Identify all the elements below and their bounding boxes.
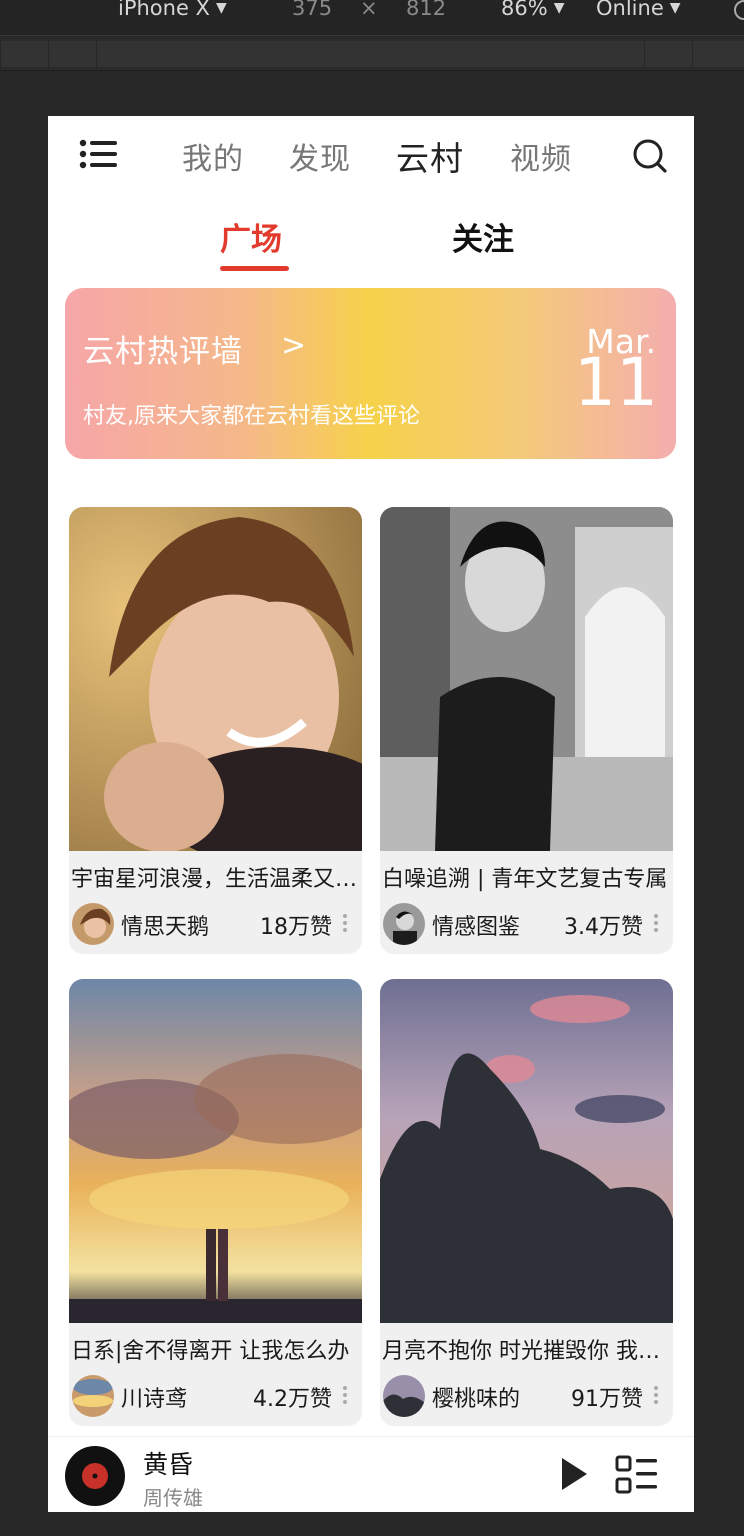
height-input[interactable]: 812	[406, 0, 446, 20]
zoom-caret-icon: ▼	[553, 0, 565, 16]
subtab-square[interactable]: 广场	[220, 214, 282, 259]
device-label: iPhone X	[118, 0, 210, 20]
song-title: 黄昏	[143, 1450, 194, 1479]
author-avatar[interactable]	[72, 903, 114, 945]
play-icon[interactable]	[559, 1456, 589, 1492]
device-select[interactable]: iPhone X ▼	[118, 0, 227, 20]
video-card[interactable]: 日系|舍不得离开 让我怎么办 川诗鸢 4.2万赞	[69, 979, 362, 1426]
banner-subtitle: 村友,原来大家都在云村看这些评论	[83, 404, 420, 429]
device-caret-icon: ▼	[215, 0, 227, 16]
more-options-icon[interactable]	[342, 913, 348, 933]
more-options-icon[interactable]	[653, 1385, 659, 1405]
nav-tab-mine[interactable]: 我的	[182, 134, 244, 178]
playlist-icon[interactable]	[615, 1455, 659, 1495]
rotate-icon[interactable]	[730, 0, 744, 22]
nav-tab-video[interactable]: 视频	[510, 134, 572, 178]
nav-tab-cloud-village[interactable]: 云村	[396, 132, 464, 180]
dimension-separator-icon: ×	[360, 0, 378, 20]
card-thumbnail	[380, 979, 673, 1323]
zoom-select[interactable]: 86% ▼	[501, 0, 564, 20]
card-author[interactable]: 情思天鹅	[121, 909, 233, 941]
zoom-label: 86%	[501, 0, 548, 20]
banner-day: 11	[574, 344, 658, 421]
menu-icon[interactable]	[79, 138, 119, 170]
card-title: 月亮不抱你 时光摧毁你 我抱你	[382, 1339, 670, 1364]
phone-screen: 我的 发现 云村 视频 广场 关注 云村热评墙 > 村友,原来大家都在云村看这些…	[48, 116, 694, 1512]
song-artist: 周传雄	[143, 1486, 203, 1510]
card-author[interactable]: 情感图鉴	[432, 909, 544, 941]
network-caret-icon: ▼	[669, 0, 681, 16]
subtab-follow[interactable]: 关注	[452, 214, 514, 259]
video-card[interactable]: 宇宙星河浪漫，生活温柔又可爱 情思天鹅 18万赞	[69, 507, 362, 954]
devtools-toolbar: iPhone X ▼ 375 × 812 86% ▼ Online ▼	[0, 0, 744, 36]
card-likes: 18万赞	[260, 915, 332, 940]
search-icon[interactable]	[632, 138, 668, 174]
nav-tab-discover[interactable]: 发现	[289, 134, 351, 178]
card-title: 宇宙星河浪漫，生活温柔又可爱	[71, 867, 359, 892]
card-likes: 3.4万赞	[564, 915, 643, 940]
more-options-icon[interactable]	[653, 913, 659, 933]
active-tab-indicator	[220, 266, 289, 271]
media-query-ruler	[0, 37, 744, 71]
network-label: Online	[596, 0, 664, 20]
sub-tabs: 广场 关注	[48, 200, 694, 271]
album-disc-icon[interactable]	[65, 1446, 125, 1506]
hot-comments-banner[interactable]: 云村热评墙 > 村友,原来大家都在云村看这些评论 Mar. 11	[65, 288, 676, 459]
card-likes: 4.2万赞	[253, 1387, 332, 1412]
top-nav: 我的 发现 云村 视频	[48, 116, 694, 196]
author-avatar[interactable]	[383, 1375, 425, 1417]
mini-player[interactable]: 黄昏 周传雄	[48, 1436, 694, 1512]
card-author[interactable]: 樱桃味的	[432, 1381, 544, 1413]
card-title: 日系|舍不得离开 让我怎么办	[71, 1339, 350, 1364]
author-avatar[interactable]	[72, 1375, 114, 1417]
video-card[interactable]: 白噪追溯 | 青年文艺复古专属 情感图鉴 3.4万赞	[380, 507, 673, 954]
card-author[interactable]: 川诗鸢	[121, 1381, 233, 1413]
card-title: 白噪追溯 | 青年文艺复古专属	[382, 867, 668, 892]
video-card[interactable]: 月亮不抱你 时光摧毁你 我抱你 樱桃味的 91万赞	[380, 979, 673, 1426]
card-thumbnail	[380, 507, 673, 851]
card-thumbnail	[69, 507, 362, 851]
card-likes: 91万赞	[571, 1387, 643, 1412]
card-thumbnail	[69, 979, 362, 1323]
banner-title: 云村热评墙	[83, 334, 243, 370]
author-avatar[interactable]	[383, 903, 425, 945]
width-input[interactable]: 375	[292, 0, 332, 20]
network-select[interactable]: Online ▼	[596, 0, 681, 20]
banner-arrow-icon: >	[281, 328, 307, 363]
more-options-icon[interactable]	[342, 1385, 348, 1405]
